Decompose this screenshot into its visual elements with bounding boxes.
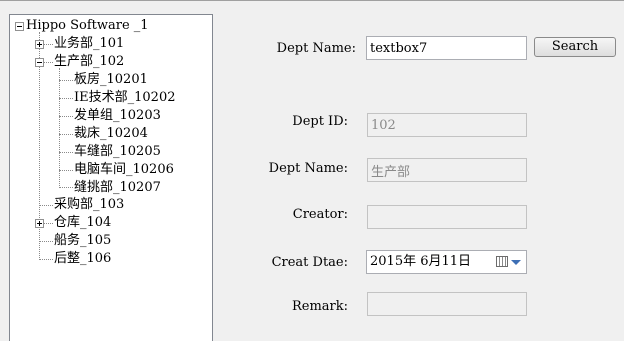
tree-node-label: 船务_105 [54,233,112,248]
tree-node-label: 生产部_102 [54,54,125,69]
plus-box-icon[interactable] [35,219,44,228]
tree-line [59,80,73,81]
top-border [0,0,624,1]
dept-name-field [367,158,527,182]
tree-node-label: 后整_106 [54,251,112,266]
tree-node-label: 业务部_101 [54,36,125,51]
tree-line [59,116,73,117]
creator-label: Creator: [292,207,348,222]
tree-node-label: 裁床_10204 [74,126,148,141]
dept-id-field [367,113,527,137]
tree-node-label: 板房_10201 [74,72,148,87]
dept-name-label: Dept Name: [268,161,348,176]
tree-node-label: IE技术部_10202 [74,90,176,105]
tree-line [39,241,53,242]
create-date-value: 2015年 6月11日 [370,254,472,269]
tree-line [59,152,73,153]
tree-line [43,44,53,45]
tree-line [59,68,60,186]
tree-line [59,134,73,135]
search-input[interactable] [366,36,527,60]
tree-node-label: 发单组_10203 [74,108,161,123]
search-button[interactable]: Search [534,37,616,57]
minus-box-icon[interactable] [35,58,44,67]
tree-line [39,259,53,260]
tree-node-label: 采购部_103 [54,197,125,212]
tree-line [59,98,73,99]
tree-line [39,205,53,206]
tree-line [59,187,73,188]
calendar-icon[interactable] [496,256,508,267]
chevron-down-icon[interactable] [511,260,521,265]
tree-node-label: 车缝部_10205 [74,144,161,159]
create-date-label: Creat Dtae: [271,255,348,270]
tree-line [43,223,53,224]
tree-node-label: 仓库_104 [54,215,112,230]
department-tree[interactable]: Hippo Software _1 业务部_101 生产部_102 板房_102… [9,14,213,341]
dept-id-label: Dept ID: [292,114,348,129]
tree-line [59,170,73,171]
tree-node-label: Hippo Software _1 [26,18,149,33]
search-dept-name-label: Dept Name: [276,41,356,56]
creator-field [367,205,527,229]
tree-node-label: 电脑车间_10206 [74,162,174,177]
tree-node-label: 缝挑部_10207 [74,180,161,195]
remark-field [367,292,527,316]
create-date-picker[interactable]: 2015年 6月11日 [366,250,527,274]
remark-label: Remark: [291,299,348,314]
tree-line [43,62,53,63]
plus-box-icon[interactable] [35,40,44,49]
minus-box-icon[interactable] [15,22,24,31]
